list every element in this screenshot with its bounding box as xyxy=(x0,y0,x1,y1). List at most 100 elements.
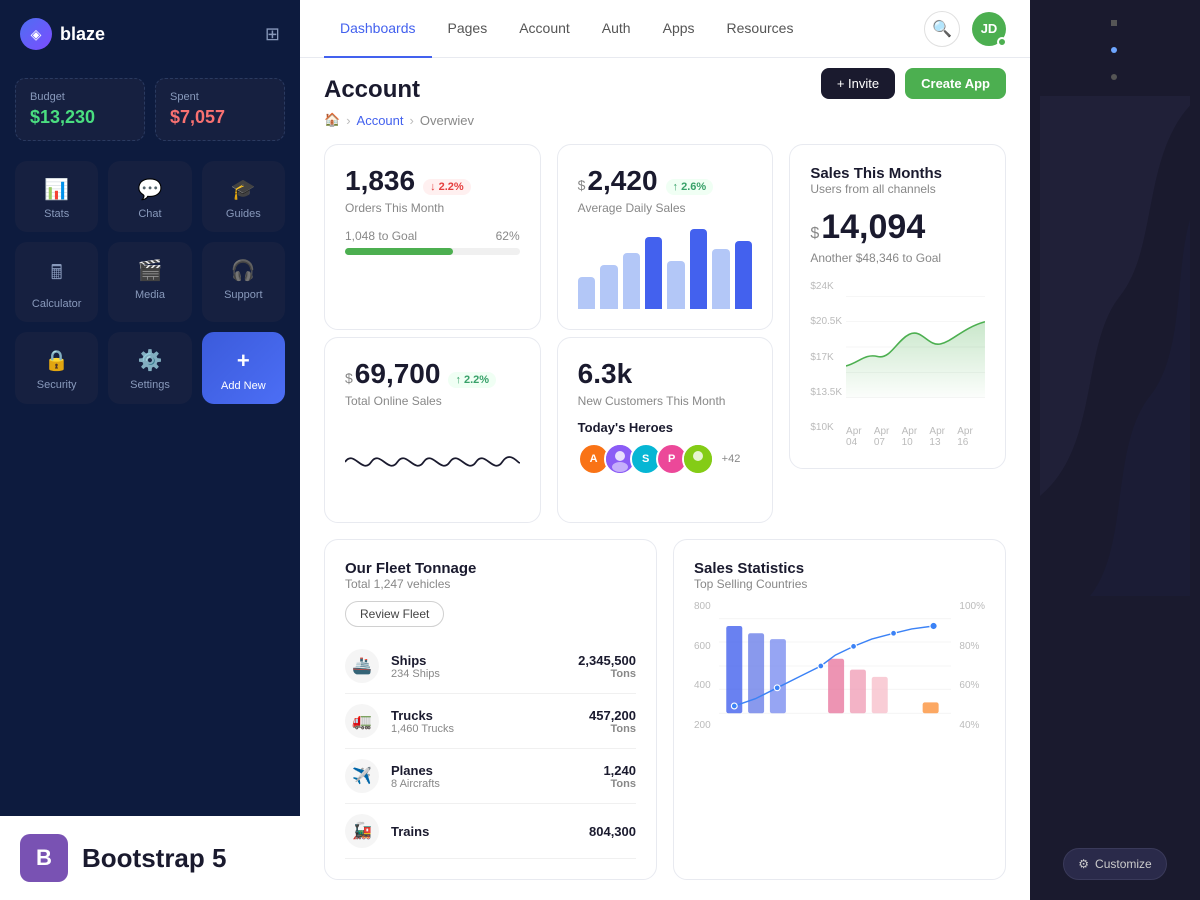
fleet-item-trains: 🚂 Trains 804,300 xyxy=(345,804,636,859)
bottom-row: Our Fleet Tonnage Total 1,247 vehicles R… xyxy=(324,539,1006,880)
breadcrumb: 🏠 › Account › Overwiev xyxy=(324,112,1006,128)
train-icon: 🚂 xyxy=(345,814,379,848)
sidebar-item-settings[interactable]: ⚙️ Settings xyxy=(108,332,191,404)
spent-card: Spent $7,057 xyxy=(155,78,285,141)
fleet-info-trucks: Trucks 1,460 Trucks xyxy=(391,708,454,735)
sidebar-menu-button[interactable]: ⊞ xyxy=(265,24,280,45)
tab-account[interactable]: Account xyxy=(503,0,586,58)
bar-1 xyxy=(578,277,595,309)
progress-label-text: 1,048 to Goal xyxy=(345,229,417,243)
customers-value: 6.3k xyxy=(578,358,633,390)
tab-dashboards[interactable]: Dashboards xyxy=(324,0,432,58)
sidebar-item-chat[interactable]: 💬 Chat xyxy=(108,161,191,232)
spacer-col3 xyxy=(789,337,1006,523)
sidebar-item-support[interactable]: 🎧 Support xyxy=(202,242,285,322)
sidebar-item-calculator[interactable]: 🖩 Calculator xyxy=(15,242,98,322)
bar-6 xyxy=(690,229,707,309)
guides-icon: 🎓 xyxy=(231,177,256,202)
avatar[interactable]: JD xyxy=(972,12,1006,46)
y-600: 600 xyxy=(694,641,711,652)
fleet-sub: Total 1,247 vehicles xyxy=(345,577,636,591)
logo-area: ◈ blaze xyxy=(20,18,105,50)
orders-label: Orders This Month xyxy=(345,201,520,215)
plane-icon: ✈️ xyxy=(345,759,379,793)
panel-dot-active xyxy=(1111,47,1117,53)
breadcrumb-current: Overwiev xyxy=(420,113,474,128)
total-sales-chart xyxy=(345,422,520,502)
total-sales-label: Total Online Sales xyxy=(345,394,520,408)
main-content: Dashboards Pages Account Auth Apps Resou… xyxy=(300,0,1030,900)
pct-80: 80% xyxy=(959,641,985,652)
fleet-item-trucks: 🚛 Trucks 1,460 Trucks 457,200 Tons xyxy=(345,694,636,749)
sales-stats-sub: Top Selling Countries xyxy=(694,577,985,591)
breadcrumb-account[interactable]: Account xyxy=(357,113,404,128)
line-chart-svg xyxy=(345,422,520,502)
fleet-name: Trains xyxy=(391,824,429,839)
security-icon: 🔒 xyxy=(44,348,69,373)
tab-resources[interactable]: Resources xyxy=(711,0,810,58)
daily-sales-chart xyxy=(578,229,753,309)
fleet-value-planes: 1,240 Tons xyxy=(603,763,636,790)
budget-value: $13,230 xyxy=(30,107,130,128)
page-header: Account 🏠 › Account › Overwiev + Invite … xyxy=(300,58,1030,144)
customers-card: 6.3k New Customers This Month Today's He… xyxy=(557,337,774,523)
tab-auth[interactable]: Auth xyxy=(586,0,647,58)
tab-apps[interactable]: Apps xyxy=(647,0,711,58)
progress-bar-fill xyxy=(345,248,453,255)
pct-60: 60% xyxy=(959,680,985,691)
panel-indicators xyxy=(1111,20,1119,80)
review-fleet-button[interactable]: Review Fleet xyxy=(345,601,444,627)
create-app-button[interactable]: Create App xyxy=(905,68,1006,99)
fleet-name: Ships xyxy=(391,653,440,668)
y-400: 400 xyxy=(694,680,711,691)
nav-grid: 📊 Stats 💬 Chat 🎓 Guides 🖩 Calculator 🎬 M… xyxy=(0,156,300,414)
daily-sales-card: $ 2,420 ↑ 2.6% Average Daily Sales xyxy=(557,144,774,330)
fleet-sub-label: 8 Aircrafts xyxy=(391,778,440,790)
sidebar-header: ◈ blaze ⊞ xyxy=(0,0,300,68)
fleet-value-ships: 2,345,500 Tons xyxy=(578,653,636,680)
sales-goal-text: Another $48,346 to Goal xyxy=(810,251,985,265)
customize-button[interactable]: ⚙ Customize xyxy=(1063,848,1166,880)
bootstrap-label: Bootstrap 5 xyxy=(82,843,226,874)
fleet-value-trucks: 457,200 Tons xyxy=(589,708,636,735)
sales-month-sub: Users from all channels xyxy=(810,182,985,196)
sidebar-item-add-new[interactable]: + Add New xyxy=(202,332,285,404)
sidebar: ◈ blaze ⊞ Budget $13,230 Spent $7,057 📊 … xyxy=(0,0,300,900)
sliders-icon: ⚙ xyxy=(1078,857,1089,871)
bar-5 xyxy=(667,261,684,309)
sidebar-item-stats[interactable]: 📊 Stats xyxy=(15,161,98,232)
bar-8 xyxy=(735,241,752,309)
sales-stats-chart: 800 600 400 200 xyxy=(694,601,985,736)
fleet-name: Trucks xyxy=(391,708,454,723)
sidebar-item-label: Guides xyxy=(226,208,261,220)
tab-pages[interactable]: Pages xyxy=(432,0,504,58)
search-button[interactable]: 🔍 xyxy=(924,11,960,47)
support-icon: 🎧 xyxy=(231,258,256,283)
sales-prefix: $ xyxy=(810,225,819,243)
heroes-avatars: A S P +42 xyxy=(578,443,753,475)
sidebar-item-label: Media xyxy=(135,289,165,301)
orders-progress: 1,048 to Goal 62% xyxy=(345,229,520,255)
invite-button[interactable]: + Invite xyxy=(821,68,895,99)
sales-big-value: 14,094 xyxy=(821,208,925,247)
total-prefix: $ xyxy=(345,370,353,386)
customers-label: New Customers This Month xyxy=(578,394,753,408)
sidebar-item-security[interactable]: 🔒 Security xyxy=(15,332,98,404)
y-24k: $24K xyxy=(810,281,842,292)
daily-sales-label: Average Daily Sales xyxy=(578,201,753,215)
online-indicator xyxy=(997,37,1007,47)
orders-value: 1,836 xyxy=(345,165,415,197)
sales-pct-axis: 100% 80% 60% 40% xyxy=(959,601,985,731)
settings-icon: ⚙️ xyxy=(138,348,163,373)
sidebar-item-label: Settings xyxy=(130,379,170,391)
sidebar-item-label: Add New xyxy=(221,380,266,392)
sidebar-item-media[interactable]: 🎬 Media xyxy=(108,242,191,322)
total-sales-badge: ↑ 2.2% xyxy=(448,372,496,388)
truck-icon: 🚛 xyxy=(345,704,379,738)
fleet-info-planes: Planes 8 Aircrafts xyxy=(391,763,440,790)
breadcrumb-home: 🏠 xyxy=(324,112,340,128)
heroes-section: Today's Heroes A S P xyxy=(578,420,753,475)
sidebar-item-guides[interactable]: 🎓 Guides xyxy=(202,161,285,232)
spent-label: Spent xyxy=(170,91,270,103)
bar-3 xyxy=(623,253,640,309)
